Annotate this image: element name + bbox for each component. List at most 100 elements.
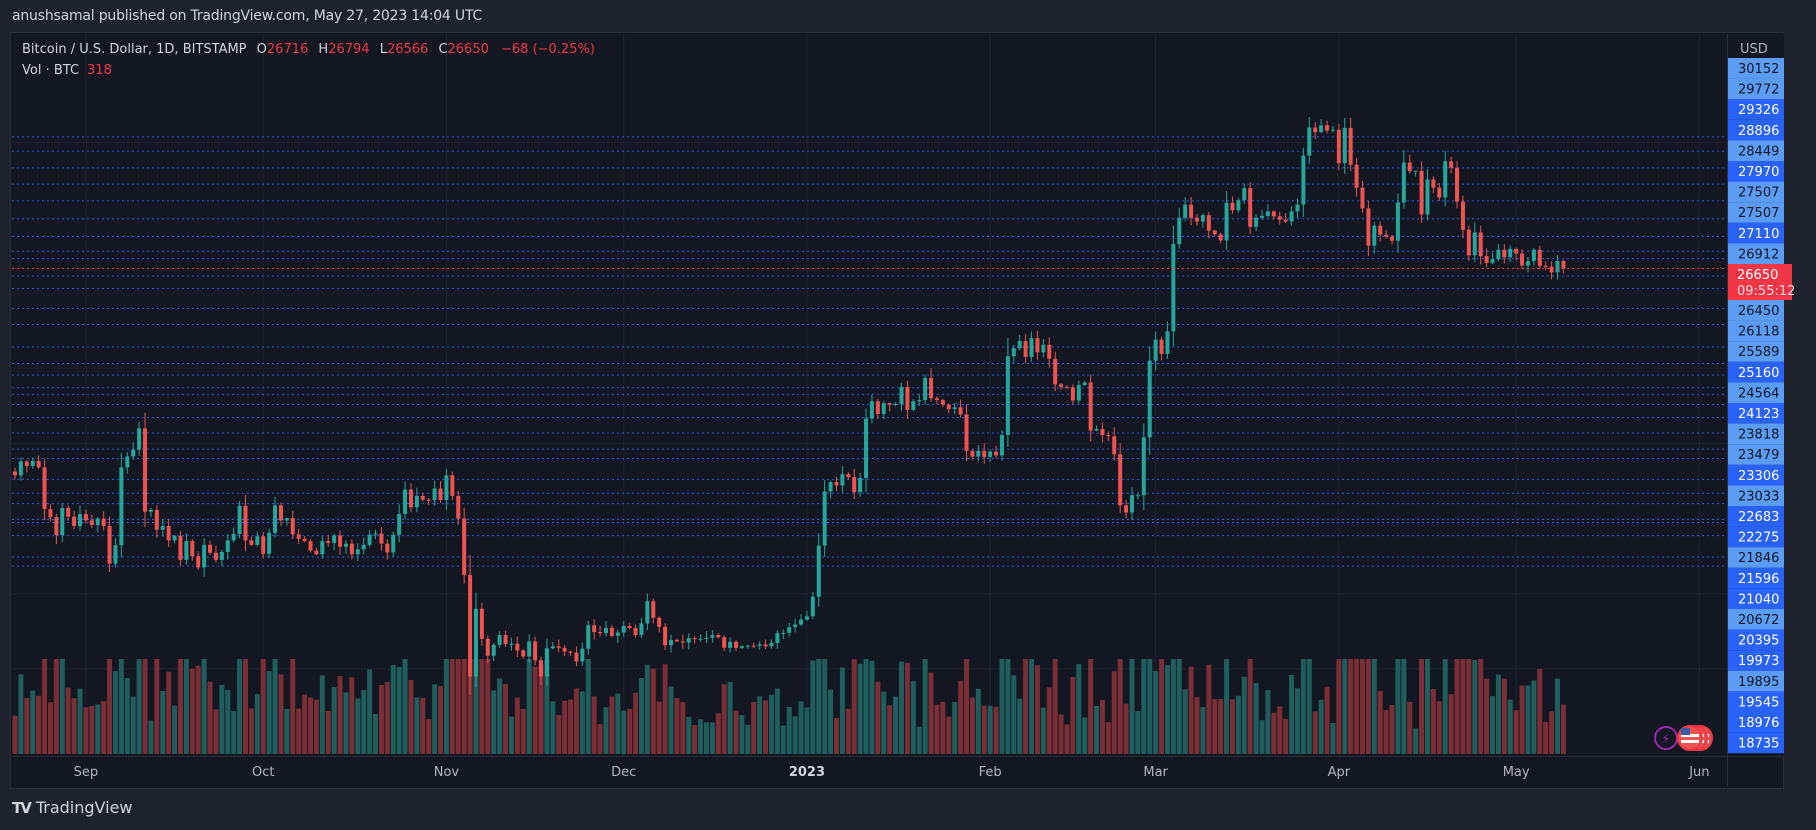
us-flag-event-icon[interactable]: [1677, 725, 1703, 751]
volume-bar: [408, 679, 414, 754]
candle-body: [734, 641, 739, 648]
candle: [36, 455, 41, 469]
candle-body: [1431, 179, 1436, 188]
candle-body: [1141, 437, 1146, 496]
candle-body: [1248, 188, 1253, 227]
candle: [799, 614, 804, 626]
candle: [592, 619, 597, 640]
candle-body: [1514, 248, 1519, 254]
volume-bar: [532, 666, 538, 754]
candle: [1100, 422, 1105, 443]
volume-bar: [585, 659, 591, 754]
candle: [1502, 244, 1507, 264]
candle: [107, 516, 112, 573]
candle-body: [698, 638, 703, 640]
candle: [887, 402, 892, 412]
grid: [12, 34, 1727, 756]
candle-body: [669, 639, 674, 646]
time-tick-label: Sep: [74, 765, 99, 780]
price-level-label: 18735: [1728, 732, 1784, 754]
volume-bar: [727, 682, 733, 754]
volume-bar: [975, 688, 981, 754]
candle: [119, 452, 124, 558]
volume-bar: [1507, 699, 1513, 754]
candle-body: [125, 456, 130, 468]
candle-body: [1366, 208, 1371, 246]
volume-bar: [1170, 659, 1176, 754]
candle-body: [1443, 161, 1448, 198]
candle: [290, 510, 295, 540]
candle: [42, 459, 47, 520]
candle: [249, 536, 254, 546]
candle-body: [1094, 429, 1099, 431]
candle: [456, 490, 461, 525]
volume-bar: [899, 661, 904, 754]
candle-body: [219, 551, 224, 560]
candle-body: [686, 638, 691, 643]
volume-bar: [1212, 699, 1218, 754]
volume-bar: [1105, 722, 1111, 754]
candle-body: [1354, 164, 1359, 188]
volume-bar: [1348, 659, 1354, 754]
candle: [83, 509, 88, 524]
candle-body: [154, 509, 159, 530]
volume-bar: [225, 689, 231, 754]
candle-body: [213, 552, 218, 560]
candle-body: [816, 545, 821, 597]
price-level-label: 27970: [1728, 161, 1784, 182]
volume-bar: [438, 686, 444, 754]
candle-body: [586, 625, 591, 649]
candle-body: [343, 543, 348, 547]
volume-bar: [1076, 664, 1082, 754]
candle-body: [1023, 341, 1028, 357]
volume-bar: [378, 685, 384, 754]
candle-body: [1135, 495, 1140, 497]
brand-name[interactable]: TradingView: [36, 798, 133, 817]
candle-body: [308, 541, 313, 551]
candle: [763, 639, 768, 650]
tradingview-logo-icon: TV: [12, 798, 32, 817]
candle: [1378, 221, 1383, 242]
candle-body: [1265, 211, 1270, 216]
volume-bar: [491, 690, 497, 754]
price-level-label: 21846: [1728, 547, 1784, 568]
candle-body: [1236, 200, 1241, 211]
volume-bar: [1058, 714, 1064, 754]
candle: [698, 634, 703, 642]
volume-bar: [1448, 694, 1454, 754]
price-level-label: 20672: [1728, 609, 1784, 630]
price-level-value: 19545: [1738, 695, 1779, 710]
candle-body: [131, 449, 136, 457]
volume-bar: [709, 722, 715, 754]
volume-bar: [568, 699, 574, 754]
volume-bar: [1117, 659, 1123, 754]
volume-bar: [1005, 659, 1011, 754]
candle: [775, 630, 780, 649]
candlestick-chart[interactable]: 30152 29772 29326 28896 28449 27970 27507 27507…: [0, 0, 1816, 830]
candle-body: [1360, 187, 1365, 209]
candle-body: [645, 601, 650, 624]
volume-bar: [680, 702, 686, 754]
volume-bar: [1206, 664, 1212, 754]
candle: [231, 527, 236, 543]
candle: [509, 637, 514, 651]
volume-bar: [857, 663, 863, 754]
candle: [1449, 156, 1454, 174]
volume-label[interactable]: Vol · BTC: [22, 63, 79, 78]
currency-label[interactable]: USD: [1740, 42, 1768, 57]
time-tick-label: Mar: [1143, 765, 1168, 780]
volume-bar: [1153, 670, 1159, 754]
volume-bar: [1336, 659, 1342, 754]
symbol-name[interactable]: Bitcoin / U.S. Dollar, 1D, BITSTAMP: [22, 42, 247, 57]
candle-body: [521, 650, 526, 657]
price-axis: 30152 29772 29326 28896 28449 27970 27507 27507…: [1727, 34, 1795, 786]
candle-body: [107, 526, 112, 564]
volume-bar: [1324, 686, 1330, 754]
volume-bar: [508, 716, 514, 754]
price-level-label: 25589: [1728, 341, 1784, 362]
candle-body: [533, 641, 538, 661]
price-level-label: 28896: [1728, 119, 1784, 141]
volume-bar: [780, 725, 786, 754]
volume-bar: [1011, 675, 1017, 754]
candle-body: [775, 633, 780, 643]
